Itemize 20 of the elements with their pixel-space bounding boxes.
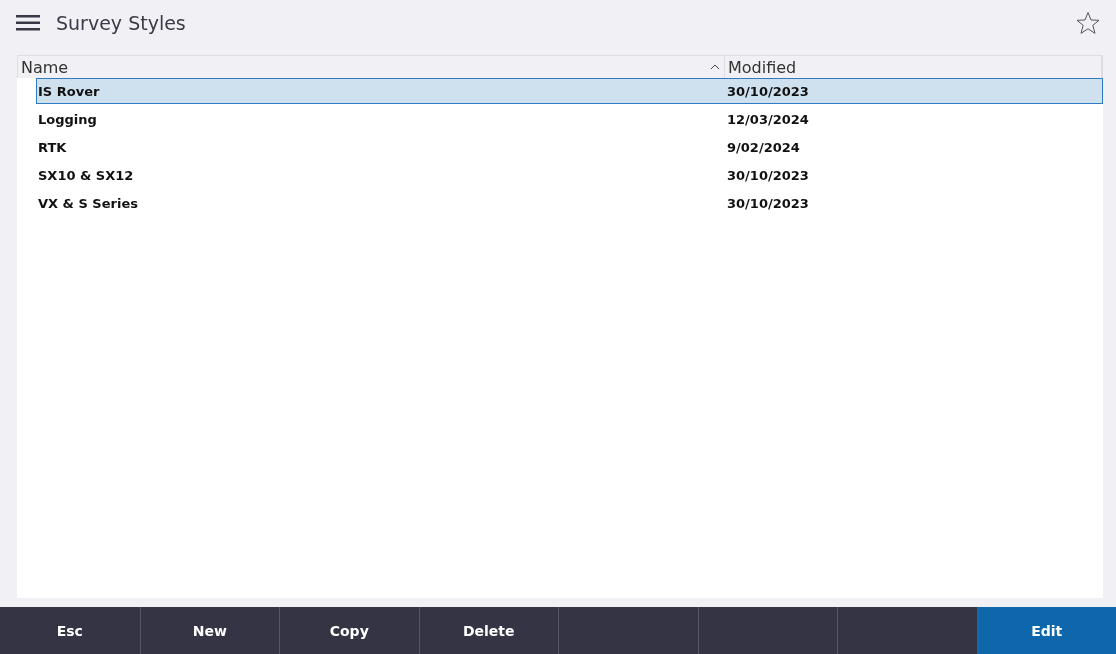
list-row[interactable]: RTK 9/02/2024 bbox=[36, 134, 1103, 160]
name-cell-text: VX & S Series bbox=[37, 195, 139, 211]
date-cell-text: 12/03/2024 bbox=[726, 111, 810, 127]
date-cell-text: 30/10/2023 bbox=[726, 195, 810, 211]
star-icon[interactable] bbox=[1076, 11, 1100, 35]
list-row[interactable]: IS Rover 30/10/2023 bbox=[36, 78, 1103, 104]
edit-button[interactable]: Edit bbox=[976, 607, 1116, 654]
date-cell-text: 9/02/2024 bbox=[726, 139, 801, 155]
page-title: Survey Styles bbox=[56, 12, 187, 34]
name-cell-text: Logging bbox=[37, 111, 98, 127]
name-cell-text: IS Rover bbox=[37, 83, 101, 99]
list-row[interactable]: SX10 & SX12 30/10/2023 bbox=[36, 162, 1103, 188]
name-cell-text: RTK bbox=[37, 139, 68, 155]
sort-icon bbox=[710, 64, 720, 70]
list-row[interactable]: Logging 12/03/2024 bbox=[36, 106, 1103, 132]
list-row[interactable]: VX & S Series 30/10/2023 bbox=[36, 190, 1103, 216]
date-cell-text: 30/10/2023 bbox=[726, 83, 810, 99]
name-cell-text: SX10 & SX12 bbox=[37, 167, 135, 183]
menu-icon[interactable] bbox=[16, 15, 40, 31]
date-cell-text: 30/10/2023 bbox=[726, 167, 810, 183]
